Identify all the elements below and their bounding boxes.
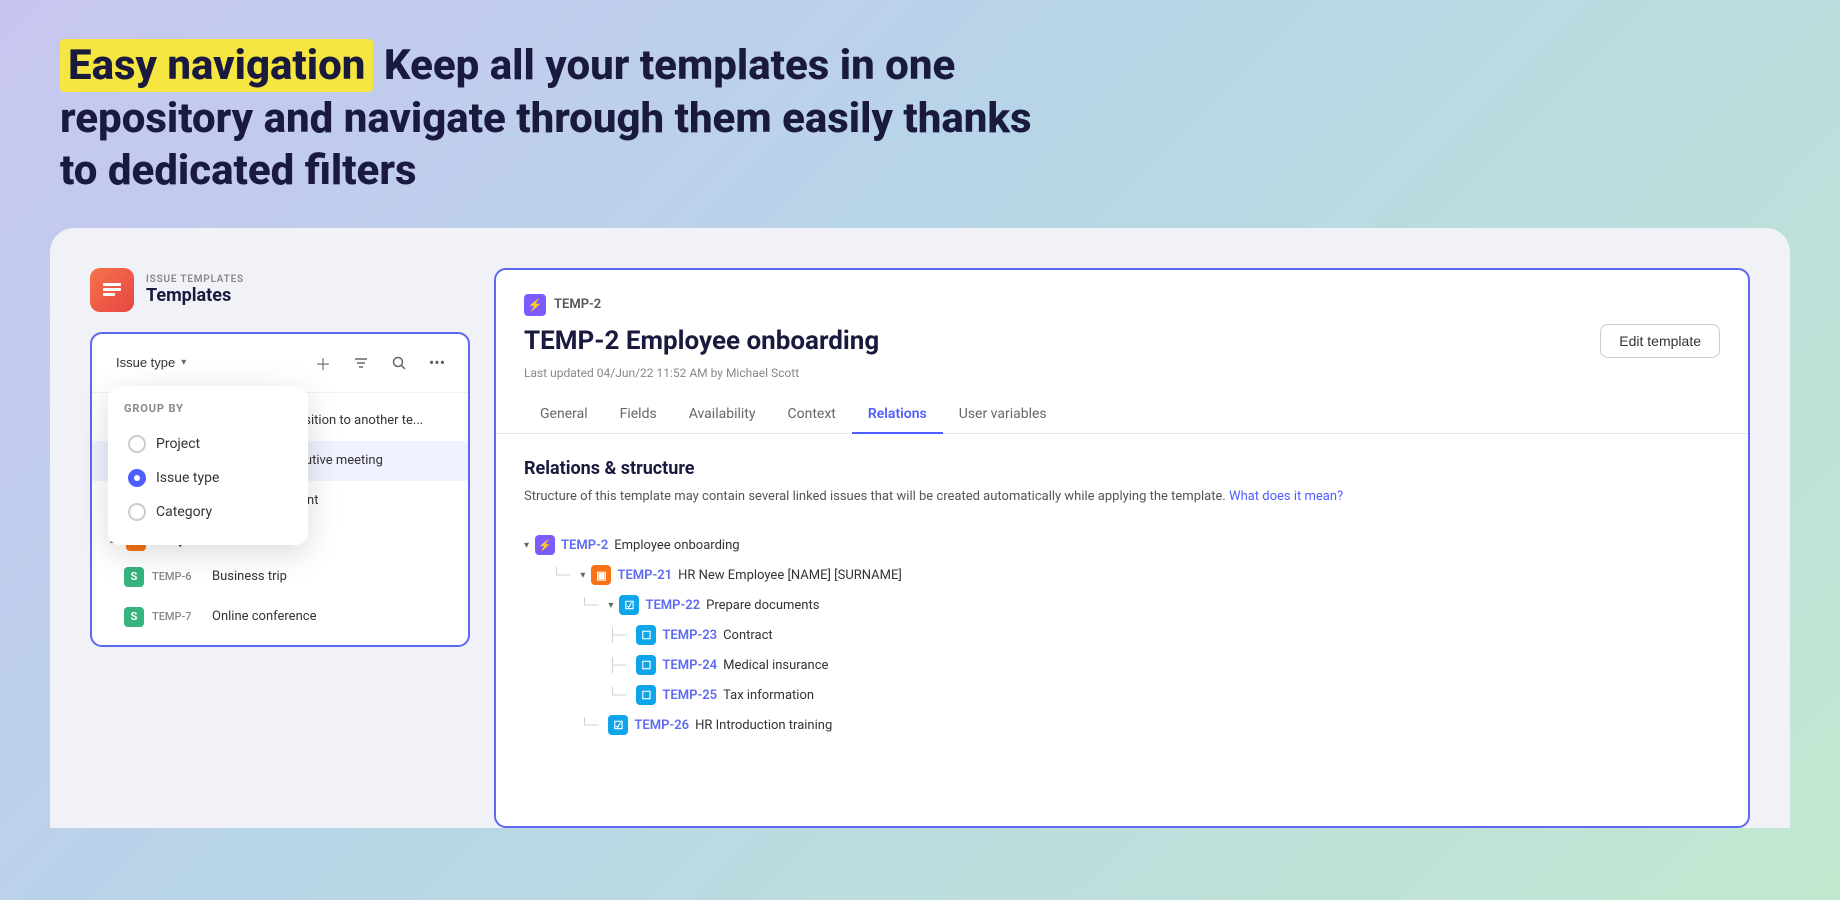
tree-line-icon: ├─ [608,627,626,643]
group-by-dropdown: GROUP BY Project Issue type Category [108,386,308,545]
tab-user-variables[interactable]: User variables [943,396,1063,434]
detail-title-row: TEMP-2 Employee onboarding Edit template [524,324,1720,358]
tree-row: └─ ▾ ☑ TEMP-22 Prepare documents [524,590,1720,620]
template-list-card: Issue type ▾ ＋ ••• [90,332,470,647]
app-header: ISSUE TEMPLATES Templates [90,268,470,312]
tree-item-name: HR New Employee [NAME] [SURNAME] [678,568,902,583]
tree-row: ▾ ⚡ TEMP-2 Employee onboarding [524,530,1720,560]
app-title-group: ISSUE TEMPLATES Templates [146,274,244,306]
chevron-down-icon: ▾ [181,357,186,368]
tree-item-name: Medical insurance [723,658,828,673]
filter-icon[interactable] [346,348,376,378]
group-by-issue-type-label: Issue type [156,470,219,486]
detail-header: ⚡ TEMP-2 TEMP-2 Employee onboarding Edit… [496,270,1748,434]
app-subtitle: ISSUE TEMPLATES [146,274,244,285]
tab-general[interactable]: General [524,396,604,434]
tree-item-badge: ☐ [636,625,656,645]
tab-context[interactable]: Context [772,396,852,434]
app-title: Templates [146,285,244,306]
tree-chevron-icon: ▾ [524,540,529,551]
tree-item-id: TEMP-24 [662,658,717,673]
tree-line-icon: ├─ [608,657,626,673]
tree-item-badge: ☑ [619,595,639,615]
group-by-category-label: Category [156,504,212,520]
list-item[interactable]: S TEMP-6 Business trip [92,557,468,597]
detail-content: Relations & structure Structure of this … [496,434,1748,765]
tree-item-name: Contract [723,628,773,643]
item-type-badge: S [124,607,144,627]
toolbar: Issue type ▾ ＋ ••• [92,334,468,393]
what-does-it-mean-link[interactable]: What does it mean? [1229,489,1343,504]
relations-desc: Structure of this template may contain s… [524,487,1720,507]
item-type-badge: S [124,567,144,587]
tree-item-id: TEMP-25 [662,688,717,703]
tree-row: └─ ☑ TEMP-26 HR Introduction training [524,710,1720,740]
search-icon[interactable] [384,348,414,378]
item-name: Business trip [212,569,287,584]
item-name: Online conference [212,609,316,624]
temp-id-text: TEMP-2 [554,297,601,312]
tree-item-badge: ☑ [608,715,628,735]
tree-item-id: TEMP-22 [645,598,700,613]
tree-line-icon: └─ [608,687,626,703]
left-panel: ISSUE TEMPLATES Templates Issue type ▾ ＋ [90,268,470,828]
issue-type-filter-button[interactable]: Issue type ▾ [108,351,194,374]
detail-meta: Last updated 04/Jun/22 11:52 AM by Micha… [524,366,1720,380]
tree-item-name: Tax information [723,688,814,703]
item-id: TEMP-6 [152,570,204,583]
tab-availability[interactable]: Availability [673,396,772,434]
group-by-issue-type-item[interactable]: Issue type [124,461,292,495]
right-panel: ⚡ TEMP-2 TEMP-2 Employee onboarding Edit… [494,268,1750,828]
header-highlight: Easy navigation [60,39,373,92]
more-options-icon[interactable]: ••• [422,348,452,378]
tree-item-badge: ⚡ [535,535,555,555]
detail-temp-id-row: ⚡ TEMP-2 [524,294,1720,316]
tree-line-icon: └─ [580,717,598,733]
list-item[interactable]: S TEMP-7 Online conference [92,597,468,637]
group-by-category-item[interactable]: Category [124,495,292,529]
tree-item-name: Employee onboarding [614,538,739,553]
group-by-label: GROUP BY [124,402,292,415]
tree-chevron-icon: ▾ [608,600,613,611]
app-icon [90,268,134,312]
lightning-icon: ⚡ [524,294,546,316]
tree-row: └─ ▾ ▣ TEMP-21 HR New Employee [NAME] [S… [524,560,1720,590]
tree-item-badge: ☐ [636,655,656,675]
group-by-project-label: Project [156,436,200,452]
item-id: TEMP-7 [152,610,204,623]
header-section: Easy navigation Keep all your templates … [0,0,1840,228]
issue-type-label: Issue type [116,355,175,370]
tree-item-name: HR Introduction training [695,718,832,733]
tree-item-id: TEMP-2 [561,538,608,553]
tab-fields[interactable]: Fields [604,396,673,434]
add-button[interactable]: ＋ [308,348,338,378]
relations-title: Relations & structure [524,458,1720,479]
tree-item-id: TEMP-23 [662,628,717,643]
tree-item-badge: ▣ [591,565,611,585]
app-container: ISSUE TEMPLATES Templates Issue type ▾ ＋ [50,228,1790,828]
tree-row: └─ ☐ TEMP-25 Tax information [524,680,1720,710]
tab-relations[interactable]: Relations [852,396,943,434]
tree-container: ▾ ⚡ TEMP-2 Employee onboarding └─ ▾ ▣ TE… [524,530,1720,740]
header-text: Easy navigation Keep all your templates … [60,40,1060,198]
tree-item-name: Prepare documents [706,598,819,613]
tree-item-id: TEMP-26 [634,718,689,733]
tree-item-id: TEMP-21 [617,568,672,583]
group-by-issue-type-radio[interactable] [128,469,146,487]
detail-tabs: General Fields Availability Context Rela… [524,396,1720,433]
tree-line-icon: └─ [580,597,598,613]
tree-row: ├─ ☐ TEMP-24 Medical insurance [524,650,1720,680]
tree-item-badge: ☐ [636,685,656,705]
group-by-project-radio[interactable] [128,435,146,453]
group-by-project-item[interactable]: Project [124,427,292,461]
tree-line-icon: └─ [552,567,570,583]
tree-row: ├─ ☐ TEMP-23 Contract [524,620,1720,650]
relations-desc-text: Structure of this template may contain s… [524,489,1226,504]
group-by-category-radio[interactable] [128,503,146,521]
edit-template-button[interactable]: Edit template [1600,324,1720,358]
detail-title: TEMP-2 Employee onboarding [524,326,879,356]
tree-chevron-icon: ▾ [580,570,585,581]
